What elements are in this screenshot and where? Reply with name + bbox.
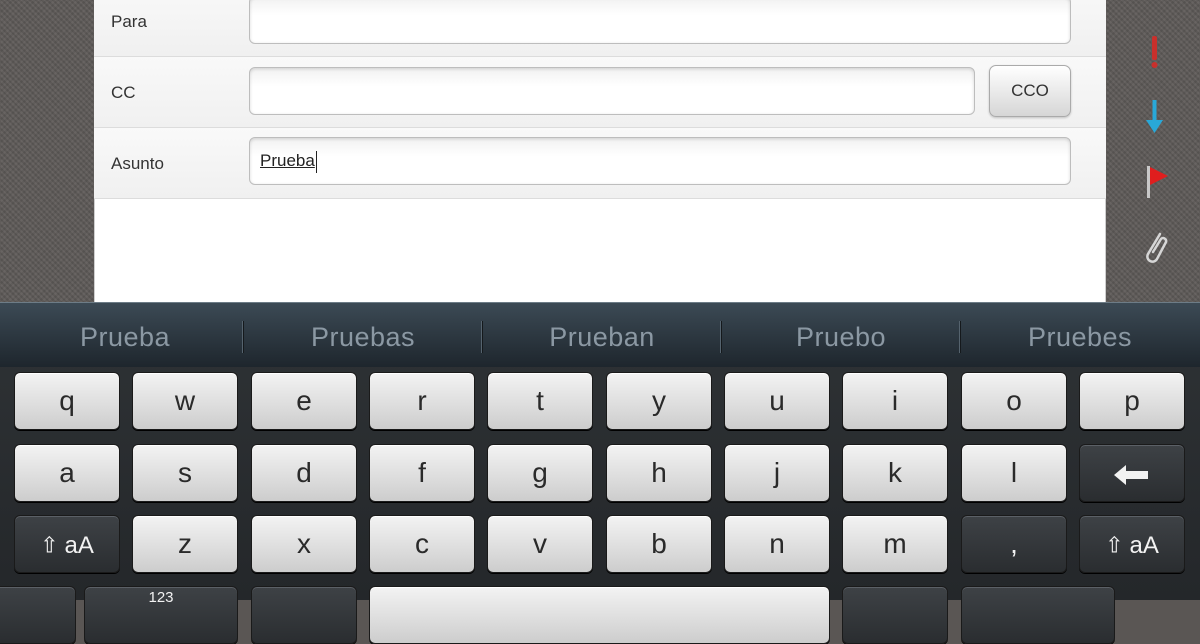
period-key[interactable] xyxy=(842,586,948,644)
key-m[interactable]: m xyxy=(842,515,948,573)
bcc-button[interactable]: CCO xyxy=(989,65,1071,117)
compose-form: Para CC CCO Asunto Prueba xyxy=(94,0,1106,302)
subject-label: Asunto xyxy=(111,154,164,173)
key-r[interactable]: r xyxy=(369,372,475,430)
key-y[interactable]: y xyxy=(606,372,712,430)
keyboard: Prueba Pruebas Prueban Pruebo Pruebes q … xyxy=(0,302,1200,644)
to-row: Para xyxy=(94,0,1106,57)
priority-low-icon[interactable] xyxy=(1138,98,1172,136)
priority-high-icon[interactable] xyxy=(1138,34,1172,70)
subject-text: Prueba xyxy=(260,151,315,170)
key-b[interactable]: b xyxy=(606,515,712,573)
suggestion-divider xyxy=(242,321,243,353)
key-t[interactable]: t xyxy=(487,372,593,430)
backspace-icon xyxy=(1114,464,1148,485)
key-s[interactable]: s xyxy=(132,444,238,502)
enter-key[interactable] xyxy=(961,586,1115,644)
to-label: Para xyxy=(111,12,147,31)
emoji-key[interactable] xyxy=(251,586,357,644)
key-d[interactable]: d xyxy=(251,444,357,502)
shift-icon: ⇧ xyxy=(40,532,59,558)
subject-row: Asunto Prueba xyxy=(94,128,1106,199)
cc-input[interactable] xyxy=(249,67,975,115)
shift-key-left[interactable]: ⇧ aA xyxy=(14,515,120,573)
key-j[interactable]: j xyxy=(724,444,830,502)
key-e[interactable]: e xyxy=(251,372,357,430)
suggestion-item[interactable]: Pruebes xyxy=(961,303,1199,367)
space-key[interactable] xyxy=(369,586,830,644)
suggestion-item[interactable]: Prueban xyxy=(483,303,721,367)
key-i[interactable]: i xyxy=(842,372,948,430)
left-background xyxy=(0,0,94,302)
key-k[interactable]: k xyxy=(842,444,948,502)
key-w[interactable]: w xyxy=(132,372,238,430)
key-f[interactable]: f xyxy=(369,444,475,502)
key-v[interactable]: v xyxy=(487,515,593,573)
attachment-icon[interactable] xyxy=(1138,228,1172,266)
key-h[interactable]: h xyxy=(606,444,712,502)
backspace-key[interactable] xyxy=(1079,444,1185,502)
suggestion-item[interactable]: Pruebas xyxy=(244,303,482,367)
cc-label: CC xyxy=(111,83,136,102)
key-u[interactable]: u xyxy=(724,372,830,430)
flag-icon[interactable] xyxy=(1138,164,1172,200)
key-a[interactable]: a xyxy=(14,444,120,502)
suggestion-item[interactable]: Prueba xyxy=(6,303,244,367)
key-l[interactable]: l xyxy=(961,444,1067,502)
key-x[interactable]: x xyxy=(251,515,357,573)
key-n[interactable]: n xyxy=(724,515,830,573)
suggestion-bar: Prueba Pruebas Prueban Pruebo Pruebes xyxy=(0,302,1200,367)
text-caret xyxy=(315,150,317,173)
shift-key-right[interactable]: ⇧ aA xyxy=(1079,515,1185,573)
hide-keyboard-key[interactable] xyxy=(0,586,76,644)
suggestion-divider xyxy=(481,321,482,353)
subject-input[interactable]: Prueba xyxy=(249,137,1071,185)
message-body[interactable] xyxy=(94,199,1106,302)
key-c[interactable]: c xyxy=(369,515,475,573)
shift-label: aA xyxy=(1129,531,1159,559)
key-p[interactable]: p xyxy=(1079,372,1185,430)
suggestion-divider xyxy=(959,321,960,353)
shift-label: aA xyxy=(64,531,94,559)
cc-row: CC xyxy=(94,57,1106,128)
suggestion-divider xyxy=(720,321,721,353)
suggestion-item[interactable]: Pruebo xyxy=(722,303,960,367)
to-input[interactable] xyxy=(249,0,1071,44)
key-o[interactable]: o xyxy=(961,372,1067,430)
key-q[interactable]: q xyxy=(14,372,120,430)
key-comma[interactable]: , xyxy=(961,515,1067,573)
key-g[interactable]: g xyxy=(487,444,593,502)
shift-icon: ⇧ xyxy=(1105,532,1124,558)
numbers-key[interactable]: 123 xyxy=(84,586,238,644)
key-z[interactable]: z xyxy=(132,515,238,573)
